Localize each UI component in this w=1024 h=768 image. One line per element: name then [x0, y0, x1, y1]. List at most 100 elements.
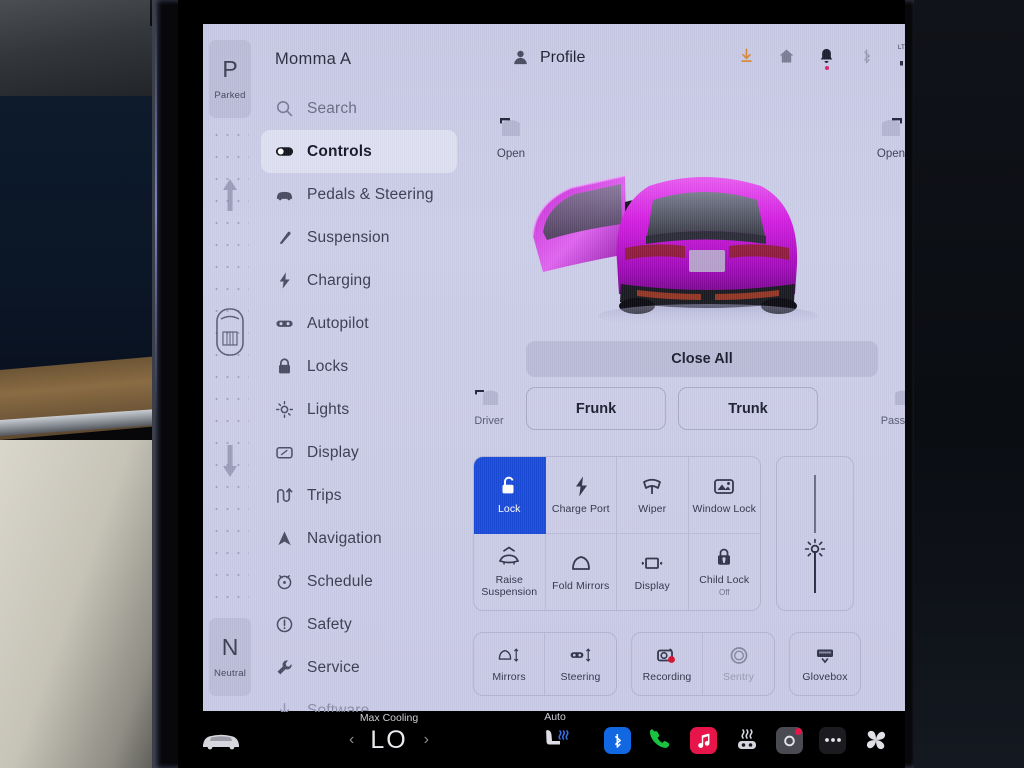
gear-park-letter: P: [222, 55, 238, 82]
lock-icon: [275, 357, 294, 376]
sidebar-item-trips[interactable]: Trips: [261, 474, 457, 517]
window-lock-icon: [712, 475, 736, 498]
temperature-value: LO: [370, 725, 408, 754]
control-label: Sentry: [723, 671, 754, 684]
sun-brightness-icon[interactable]: [803, 537, 827, 561]
home-icon[interactable]: [778, 46, 795, 65]
close-all-button[interactable]: Close All: [526, 341, 878, 377]
control-wiper-button[interactable]: Wiper: [617, 457, 689, 534]
brightness-slider[interactable]: [776, 456, 854, 611]
control-label: Display: [634, 579, 670, 592]
quick-controls-area: Lock Charge Port Wiper Window Lock Raise…: [471, 456, 905, 626]
bluetooth-app-button[interactable]: [603, 725, 633, 755]
taskbar-app-icons: [596, 725, 905, 755]
unlocked-padlock-icon: [497, 475, 521, 498]
sidebar-item-label: Locks: [307, 357, 349, 375]
control-recording-button[interactable]: Recording: [632, 633, 703, 695]
control-lock-button[interactable]: Lock: [474, 457, 546, 534]
controls-sidebar: Momma A Search Controls Pedals & Steerin…: [261, 40, 457, 732]
mirror-icon: [569, 552, 593, 575]
quick-controls-grid: Lock Charge Port Wiper Window Lock Raise…: [473, 456, 761, 611]
passenger-door-indicator[interactable]: Passenger: [871, 385, 905, 427]
control-steering-button[interactable]: Steering: [545, 633, 616, 695]
control-fold-mirrors-button[interactable]: Fold Mirrors: [546, 533, 617, 610]
gear-neutral-button[interactable]: N Neutral: [209, 618, 251, 696]
sidebar-item-label: Trips: [307, 486, 342, 504]
person-icon: [511, 48, 530, 67]
sidebar-item-lights[interactable]: Lights: [261, 388, 457, 431]
heated-steering-button[interactable]: [732, 725, 762, 755]
sidebar-item-suspension[interactable]: Suspension: [261, 216, 457, 259]
schedule-icon: [275, 572, 294, 591]
control-label: Steering: [560, 671, 601, 684]
controls-main-content: Profile LT Open Open Close All Driver Fr…: [471, 24, 905, 711]
trunk-button[interactable]: Trunk: [678, 387, 818, 430]
taskbar-car-button[interactable]: [178, 729, 264, 751]
sidebar-item-service[interactable]: Service: [261, 646, 457, 689]
sidebar-item-navigation[interactable]: Navigation: [261, 517, 457, 560]
sidebar-item-locks[interactable]: Locks: [261, 345, 457, 388]
control-sublabel: Off: [718, 588, 730, 598]
sidebar-item-autopilot[interactable]: Autopilot: [261, 302, 457, 345]
bell-icon[interactable]: [818, 46, 835, 70]
control-charge-port-button[interactable]: Charge Port: [545, 457, 617, 534]
camera-app-button[interactable]: [775, 725, 805, 755]
glovebox-icon: [813, 644, 837, 667]
control-raise-suspension-button[interactable]: Raise Suspension: [474, 533, 546, 610]
control-sentry-button[interactable]: Sentry: [703, 633, 774, 695]
trips-icon: [275, 486, 294, 505]
control-label: Window Lock: [692, 502, 757, 515]
vehicle-3d-render[interactable]: [513, 144, 893, 334]
gear-selector-strip[interactable]: P Parked N Neutral: [203, 24, 255, 711]
control-label: Lock: [497, 502, 521, 515]
bolt-icon: [569, 475, 593, 498]
download-icon[interactable]: [738, 46, 755, 65]
notification-badge: [824, 66, 829, 70]
frunk-button[interactable]: Frunk: [526, 387, 666, 430]
gear-park-button[interactable]: P Parked: [209, 40, 251, 118]
sidebar-item-pedals-steering[interactable]: Pedals & Steering: [261, 173, 457, 216]
music-icon: [690, 726, 717, 754]
control-window-lock-button[interactable]: Window Lock: [688, 457, 760, 534]
control-display-button[interactable]: Display: [617, 533, 689, 610]
phone-app-button[interactable]: [646, 725, 676, 755]
gear-down-arrow-icon[interactable]: [220, 442, 240, 480]
sidebar-item-charging[interactable]: Charging: [261, 259, 457, 302]
sidebar-item-label: Navigation: [307, 529, 382, 547]
control-mirrors-button[interactable]: Mirrors: [474, 633, 545, 695]
vehicle-top-view-icon: [214, 306, 246, 358]
seat-auto-caption: Auto: [544, 711, 566, 723]
autopilot-icon: [275, 314, 294, 333]
control-label: Charge Port: [551, 502, 610, 515]
temp-increase-button[interactable]: ›: [424, 731, 429, 749]
temp-decrease-button[interactable]: ‹: [349, 731, 354, 749]
control-child-lock-button[interactable]: Child Lock Off: [689, 534, 761, 611]
profile-button[interactable]: Profile: [511, 48, 585, 67]
fan-app-button[interactable]: [861, 725, 891, 755]
sidebar-item-label: Autopilot: [307, 314, 369, 332]
steering-adjust-icon: [569, 644, 593, 667]
sidebar-item-label: Suspension: [307, 228, 390, 246]
music-app-button[interactable]: [689, 725, 719, 755]
heated-seat-button[interactable]: Auto: [514, 711, 596, 755]
sidebar-item-display[interactable]: Display: [261, 431, 457, 474]
gear-park-label: Parked: [214, 89, 246, 101]
bolt-icon: [275, 271, 294, 290]
brightness-track[interactable]: [804, 474, 826, 593]
climate-control[interactable]: Max Cooling ‹ LO ›: [264, 712, 514, 755]
dashcam-recording-icon: [655, 644, 679, 667]
search-input[interactable]: Search: [261, 87, 457, 130]
child-lock-icon: [712, 546, 736, 569]
bluetooth-icon[interactable]: [858, 46, 875, 65]
gear-up-arrow-icon[interactable]: [220, 176, 240, 214]
sidebar-item-controls[interactable]: Controls: [261, 130, 457, 173]
sidebar-item-safety[interactable]: Safety: [261, 603, 457, 646]
brightness-fill: [814, 474, 816, 533]
more-apps-button[interactable]: [818, 725, 848, 755]
control-label: Fold Mirrors: [552, 579, 610, 592]
lte-signal-icon[interactable]: LTE: [898, 45, 905, 66]
sidebar-item-schedule[interactable]: Schedule: [261, 560, 457, 603]
control-glovebox-button[interactable]: Glovebox: [790, 633, 860, 695]
sidebar-item-label: Service: [307, 658, 360, 676]
driver-door-indicator[interactable]: Driver: [453, 385, 525, 427]
